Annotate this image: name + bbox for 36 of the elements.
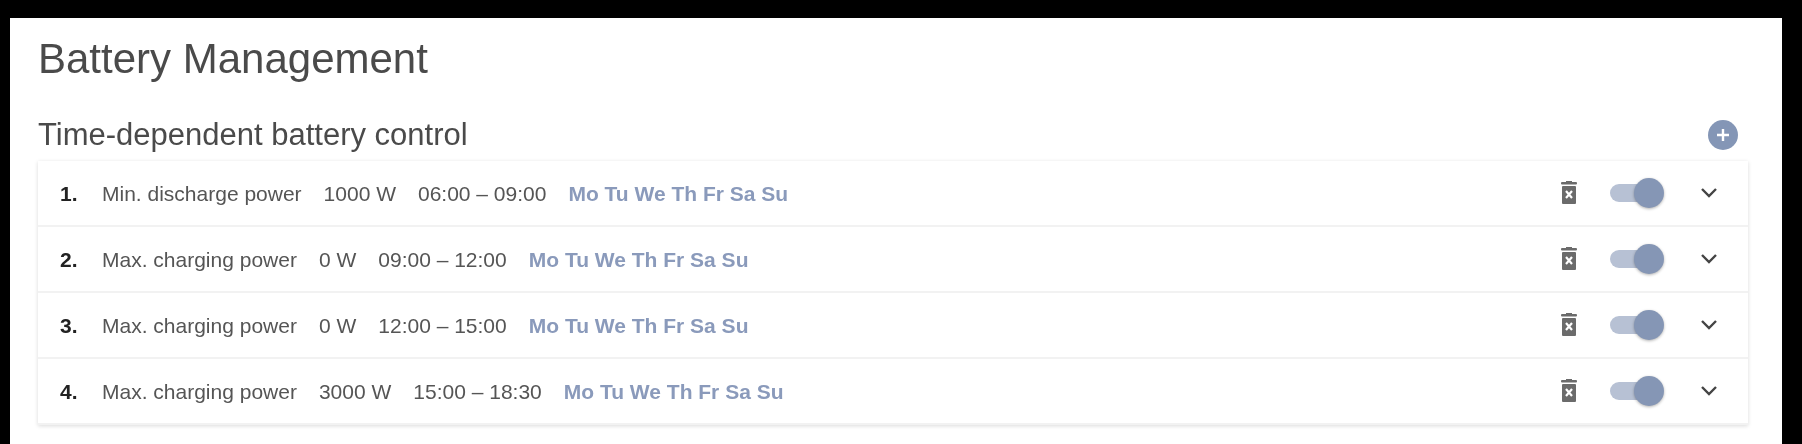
rule-type: Max. charging power: [102, 378, 297, 405]
toggle-switch[interactable]: [1608, 309, 1664, 342]
rule-number: 3.: [60, 312, 79, 339]
toggle-switch[interactable]: [1608, 375, 1664, 408]
toggle-switch[interactable]: [1608, 243, 1664, 276]
page-title: Battery Management: [38, 36, 429, 83]
add-button[interactable]: [1708, 119, 1738, 150]
delete-icon[interactable]: [1560, 313, 1578, 338]
time-range: 06:00 – 09:00: [417, 180, 547, 207]
power-value: 0 W: [318, 312, 357, 339]
delete-icon[interactable]: [1560, 379, 1578, 404]
section-title: Time-dependent battery control: [38, 116, 468, 154]
time-range: 15:00 – 18:30: [413, 378, 542, 405]
weekdays: Mo Tu We Th Fr Sa Su: [528, 246, 749, 273]
expand-button[interactable]: [1700, 253, 1718, 266]
expand-button[interactable]: [1700, 385, 1718, 398]
toggle-switch[interactable]: [1608, 177, 1664, 210]
rule-number: 1.: [60, 180, 79, 207]
rule-type: Min. discharge power: [102, 180, 302, 207]
delete-icon[interactable]: [1560, 247, 1578, 272]
rule-type: Max. charging power: [102, 246, 297, 273]
delete-icon[interactable]: [1560, 181, 1578, 206]
time-range: 12:00 – 15:00: [378, 312, 507, 339]
rule-type: Max. charging power: [102, 312, 297, 339]
weekdays: Mo Tu We Th Fr Sa Su: [563, 378, 784, 405]
expand-button[interactable]: [1700, 187, 1718, 200]
expand-button[interactable]: [1700, 319, 1718, 332]
weekdays: Mo Tu We Th Fr Sa Su: [568, 180, 789, 207]
weekdays: Mo Tu We Th Fr Sa Su: [528, 312, 749, 339]
plus-icon: [1715, 126, 1731, 143]
rule-number: 2.: [60, 246, 79, 273]
time-range: 09:00 – 12:00: [378, 246, 507, 273]
power-value: 1000 W: [323, 180, 396, 207]
power-value: 0 W: [318, 246, 357, 273]
rule-number: 4.: [60, 378, 79, 405]
power-value: 3000 W: [318, 378, 392, 405]
